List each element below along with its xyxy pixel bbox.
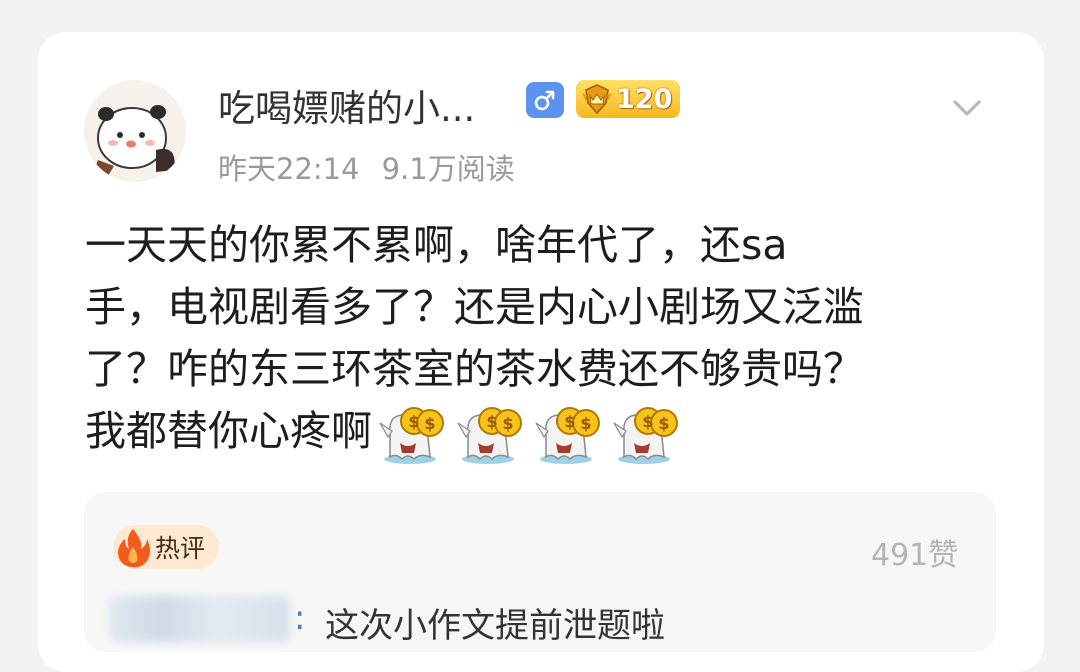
svg-text:$: $	[424, 414, 435, 433]
post-line: 手，电视剧看多了？还是内心小剧场又泛滥	[85, 283, 864, 331]
crown-shield-icon	[582, 84, 612, 115]
svg-text:$: $	[580, 414, 591, 433]
post-line-text: 我都替你心疼啊	[85, 407, 372, 455]
read-count: 9.1万阅读	[381, 152, 515, 186]
level-badge: 120	[576, 80, 681, 118]
post-body[interactable]: 一天天的你累不累啊，啥年代了，还sa 手，电视剧看多了？还是内心小剧场又泛滥 了…	[85, 214, 1005, 465]
chevron-down-icon[interactable]	[952, 96, 982, 120]
money-ghost-emoji-icon: $ $	[452, 403, 528, 465]
post-line: 一天天的你累不累啊，啥年代了，还sa	[85, 221, 788, 269]
post-line-last: 我都替你心疼啊 $ $ $ $ $ $ $ $	[85, 400, 1005, 465]
hot-comment-label: 热评	[155, 534, 206, 563]
svg-text:$: $	[658, 414, 669, 433]
post-meta: 昨天22:14 9.1万阅读	[218, 146, 515, 188]
svg-text:$: $	[486, 412, 497, 431]
comment-separator: :	[294, 598, 306, 638]
post-time: 昨天22:14	[218, 152, 360, 186]
flame-icon	[118, 529, 150, 568]
level-number: 120	[616, 83, 673, 115]
author-name[interactable]: 吃喝嫖赌的小...	[218, 78, 475, 132]
svg-text:$: $	[408, 412, 419, 431]
money-ghost-emoji-icon: $ $	[530, 403, 606, 465]
svg-text:$: $	[642, 412, 653, 431]
svg-text:$: $	[564, 412, 575, 431]
avatar[interactable]	[84, 80, 186, 182]
like-count[interactable]: 491赞	[871, 530, 958, 574]
commenter-name-blurred[interactable]	[110, 596, 290, 642]
money-ghost-emoji-icon: $ $	[374, 403, 450, 465]
money-ghost-emoji-icon: $ $	[608, 403, 684, 465]
svg-text:$: $	[502, 414, 513, 433]
hot-comment-badge: 热评	[113, 525, 220, 569]
comment-text[interactable]: 这次小作文提前泄题啦	[325, 598, 665, 647]
post-line: 了？咋的东三环茶室的茶水费还不够贵吗？	[85, 345, 864, 393]
male-icon	[526, 82, 564, 118]
